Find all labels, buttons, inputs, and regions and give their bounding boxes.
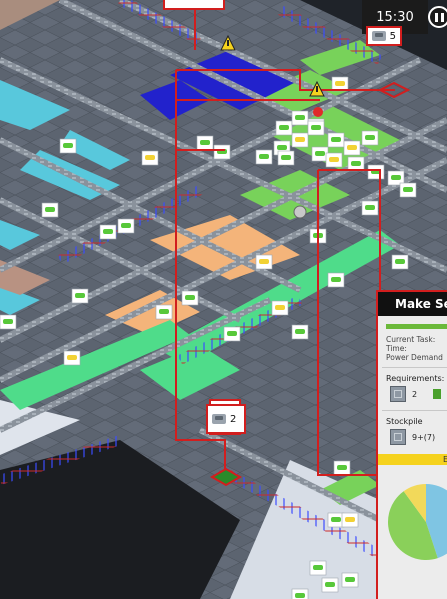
requirements-count: 2 [412,389,418,399]
car-icon [331,137,341,142]
energy-bar: E [378,454,447,465]
car-icon [365,135,375,140]
car-icon [329,157,339,162]
marker-count-tag[interactable]: 2 [206,404,246,434]
car-icon [281,155,291,160]
power-demand-label: Power Demand [386,353,443,362]
stockpile-label: Stockpile [386,417,423,426]
car-icon [67,355,77,360]
car-icon [295,593,305,598]
current-task-label: Current Task: [386,335,436,344]
alert-icon [313,107,323,117]
crate-icon [390,386,406,402]
time-label: Time: [386,344,407,353]
topright-count: 5 [389,30,396,42]
divider [382,410,447,411]
car-icon [295,137,305,142]
car-icon [345,577,355,582]
top-label-box [163,0,225,10]
topright-count-tag[interactable]: 5 [366,26,402,46]
car-icon [403,187,413,192]
pie-chart [388,484,447,560]
car-icon [331,517,341,522]
car-icon [391,175,401,180]
car-icon [259,154,269,159]
car-icon [313,565,323,570]
car-icon [277,145,287,150]
car-icon [121,223,131,228]
car-icon [103,229,113,234]
car-icon [145,155,155,160]
machine-icon [293,205,307,219]
pause-icon[interactable] [428,6,447,28]
car-icon [159,309,169,314]
car-icon [331,277,341,282]
car-icon [337,465,347,470]
car-icon [295,115,305,120]
car-icon [63,143,73,148]
car-icon [75,293,85,298]
car-icon [227,331,237,336]
car-icon [3,319,13,324]
car-icon [311,125,321,130]
car-icon [45,207,55,212]
panel-title: Make Ser [378,292,447,316]
car-icon [325,582,335,587]
game-viewport[interactable]: 15:30 5 2 Make Ser Current Task: Time: P… [0,0,447,599]
vehicle-icon [372,31,386,41]
car-icon [365,205,375,210]
car-icon [185,295,195,300]
car-icon [335,81,345,86]
car-icon [347,145,357,150]
car-icon [295,329,305,334]
crate-icon [390,429,406,445]
car-icon [345,517,355,522]
vehicle-icon [212,414,226,424]
car-icon [259,259,269,264]
car-icon [351,161,361,166]
car-icon [200,140,210,145]
task-info-panel[interactable]: Make Ser Current Task: Time: Power Deman… [376,290,447,599]
car-icon [395,259,405,264]
car-icon [275,305,285,310]
divider [382,367,447,368]
stockpile-value: 9+(7) [412,432,436,442]
car-icon [279,125,289,130]
marker-count: 2 [230,413,237,425]
check-icon [433,389,442,399]
car-icon [315,151,325,156]
requirements-label: Requirements: [386,374,445,383]
